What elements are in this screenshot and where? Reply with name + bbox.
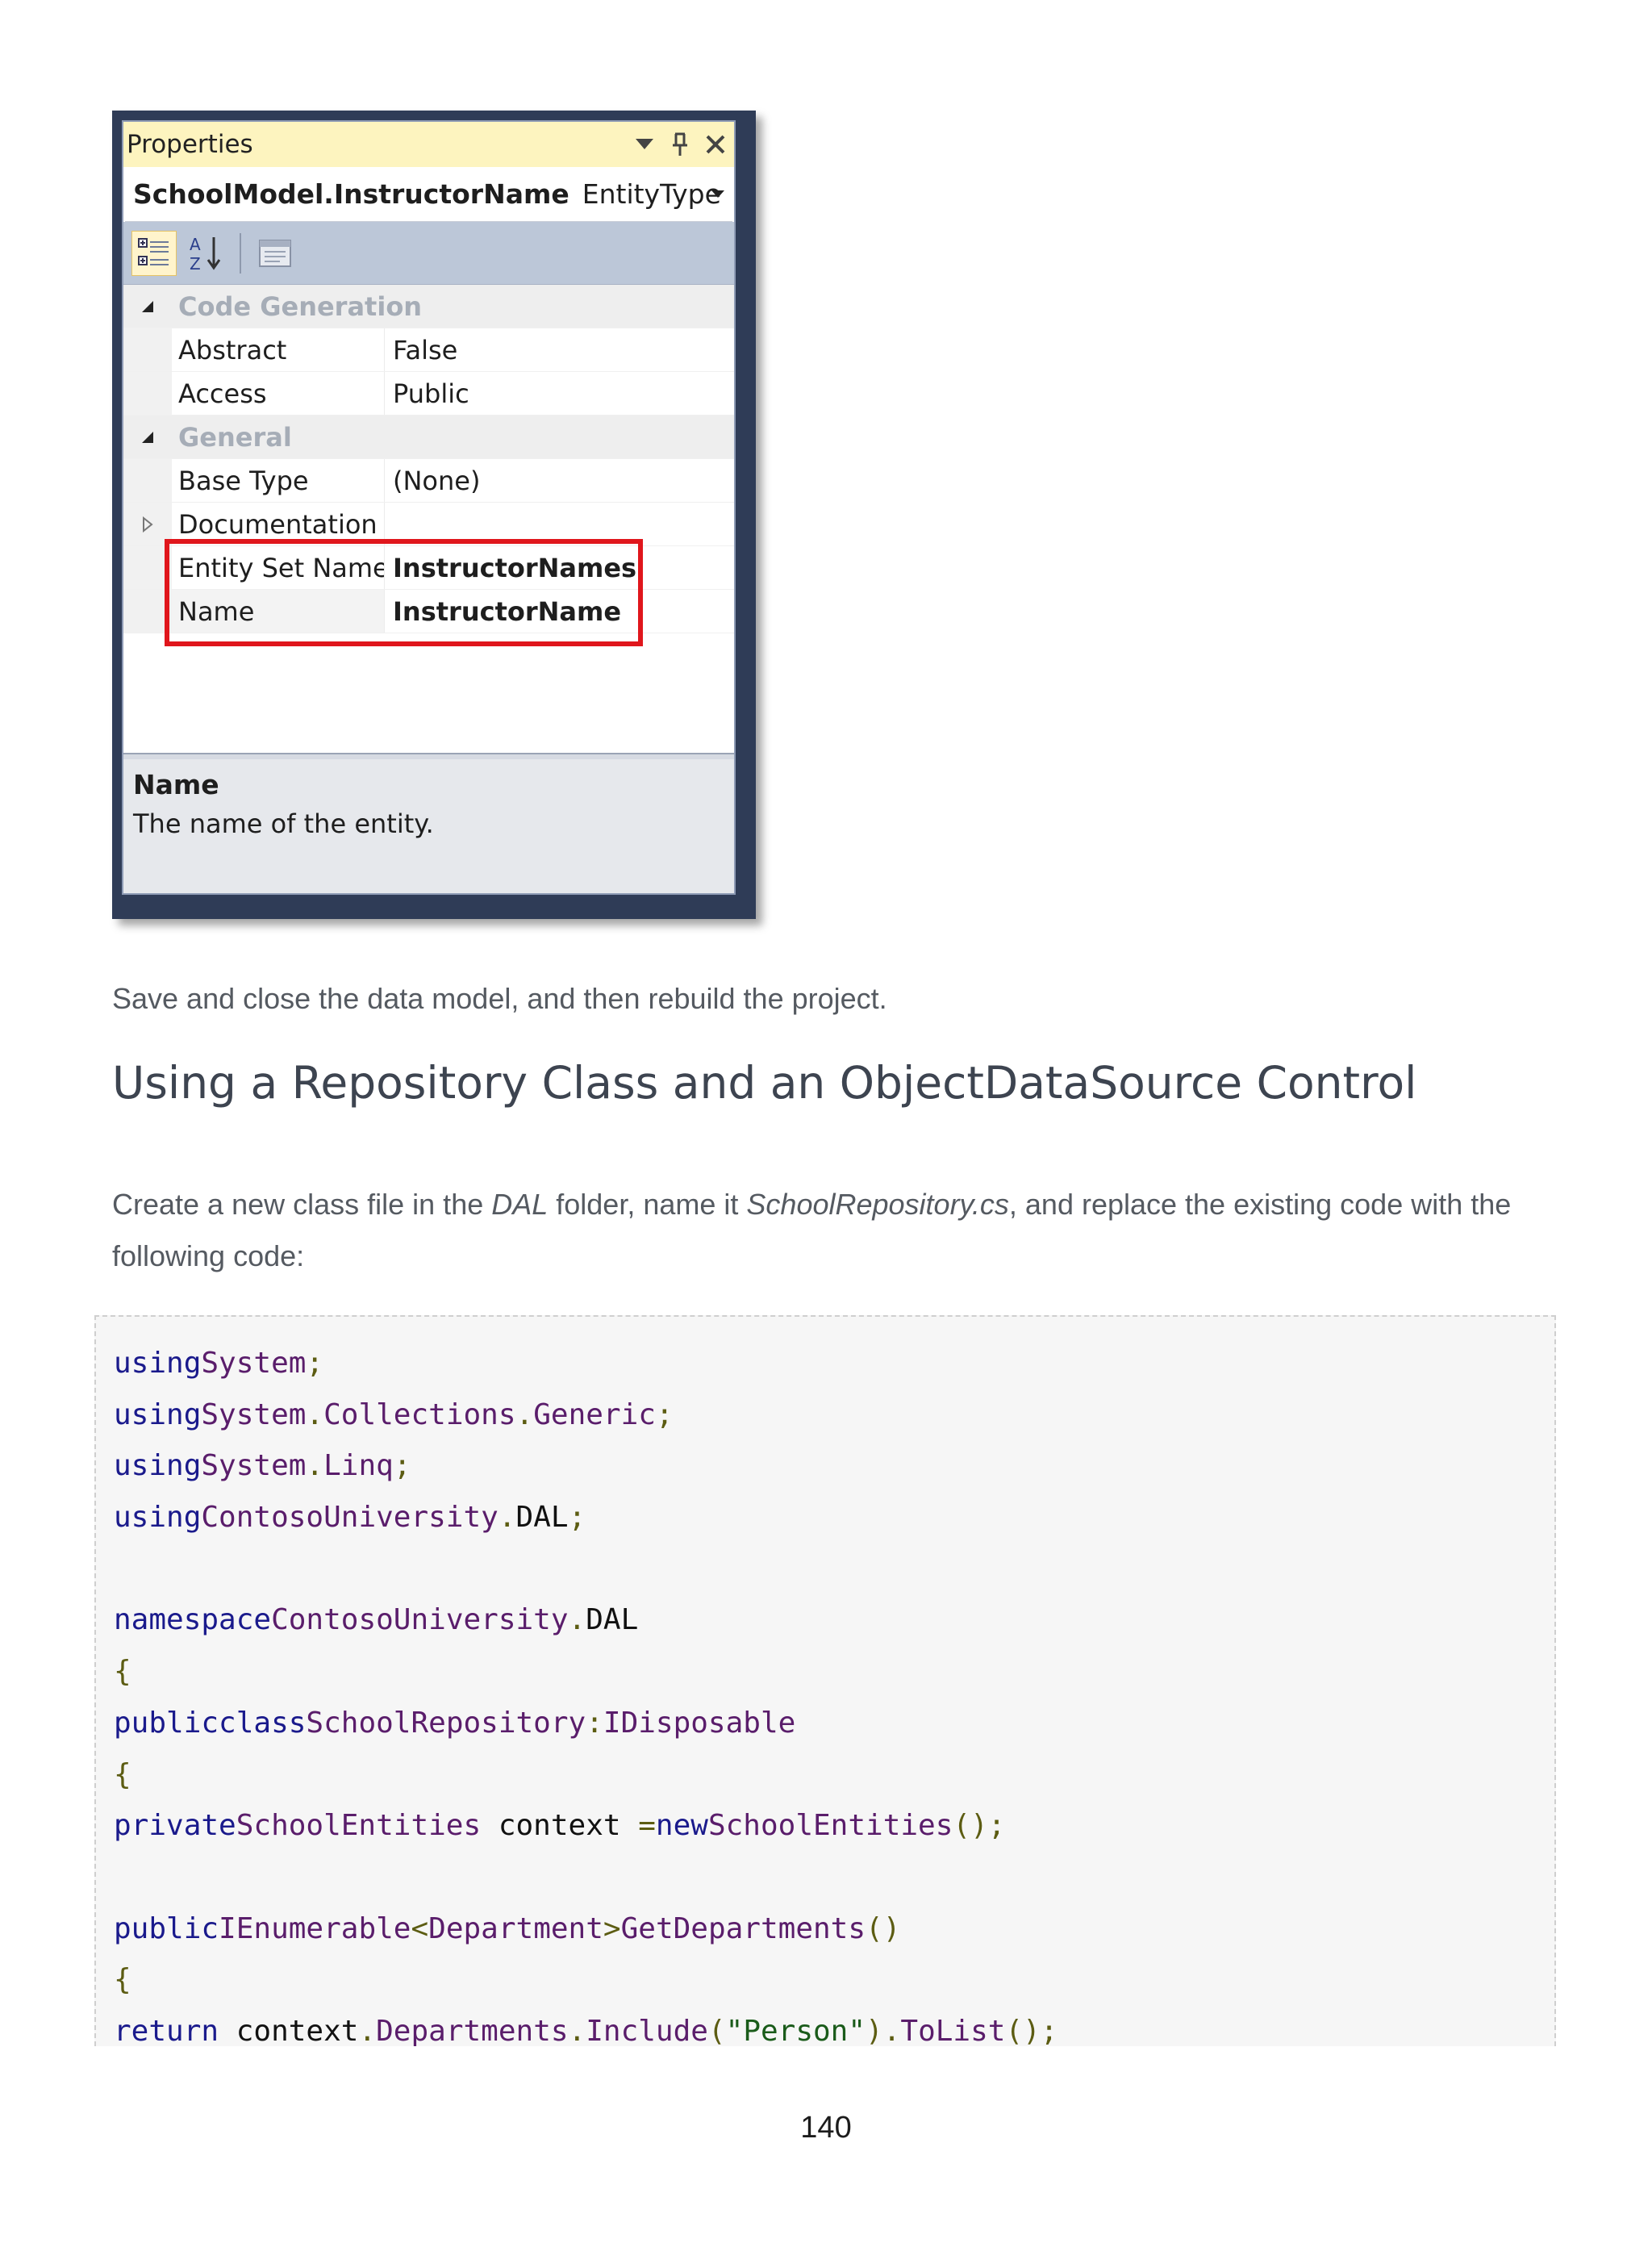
property-pages-icon[interactable]	[252, 231, 298, 276]
category-general[interactable]: General	[123, 416, 734, 459]
property-value[interactable]: (None)	[385, 459, 734, 502]
property-name: Base Type	[172, 459, 385, 502]
code-line: usingSystem;	[114, 1347, 324, 1380]
property-row-base-type[interactable]: Base Type (None)	[123, 459, 734, 503]
code-line: privateSchoolEntities context =newSchool…	[114, 1809, 1006, 1843]
properties-title-bar: Properties	[123, 122, 734, 167]
category-code-generation[interactable]: Code Generation	[123, 285, 734, 328]
description-title: Name	[133, 769, 219, 800]
pin-icon[interactable]	[668, 132, 692, 157]
window-position-dropdown-icon[interactable]	[632, 132, 657, 157]
collapse-triangle-icon[interactable]	[123, 416, 172, 458]
code-line: usingSystem.Linq;	[114, 1449, 411, 1483]
properties-title: Properties	[127, 130, 253, 159]
code-line: {	[114, 1757, 131, 1791]
file-name: SchoolRepository.cs	[746, 1188, 1009, 1221]
highlight-annotation-box	[165, 539, 643, 646]
description-text: The name of the entity.	[133, 808, 434, 839]
svg-text:Z: Z	[190, 254, 201, 273]
code-line: usingSystem.Collections.Generic;	[114, 1397, 674, 1431]
object-name: SchoolModel.InstructorName	[133, 178, 569, 210]
section-heading: Using a Repository Class and an ObjectDa…	[112, 1057, 1417, 1109]
paragraph-save-close: Save and close the data model, and then …	[112, 982, 887, 1015]
property-name: Abstract	[172, 328, 385, 371]
properties-window: Properties SchoolModel.InstructorName En…	[122, 120, 736, 895]
folder-name: DAL	[491, 1188, 549, 1221]
code-line: return context.Departments.Include("Pers…	[114, 2014, 1058, 2046]
property-value[interactable]: Public	[385, 372, 734, 415]
code-line: namespaceContosoUniversity.DAL	[114, 1603, 639, 1637]
code-line: publicIEnumerable<Department>GetDepartme…	[114, 1911, 901, 1945]
properties-toolbar: A Z	[123, 222, 734, 285]
close-icon[interactable]	[703, 132, 728, 157]
properties-window-screenshot: Properties SchoolModel.InstructorName En…	[112, 111, 756, 919]
svg-text:A: A	[190, 235, 201, 254]
property-row-access[interactable]: Access Public	[123, 372, 734, 416]
description-pane: Name The name of the entity.	[123, 759, 734, 893]
category-label: Code Generation	[178, 290, 423, 322]
object-selector[interactable]: SchoolModel.InstructorName EntityType	[125, 167, 732, 222]
code-line: {	[114, 1655, 131, 1689]
code-line: {	[114, 1963, 131, 1997]
code-block: usingSystem; usingSystem.Collections.Gen…	[94, 1315, 1556, 2046]
toolbar-divider	[240, 232, 241, 274]
collapse-triangle-icon[interactable]	[123, 285, 172, 328]
category-label: General	[178, 421, 292, 453]
property-value[interactable]: False	[385, 328, 734, 371]
property-name: Access	[172, 372, 385, 415]
chevron-down-icon[interactable]	[711, 167, 724, 222]
code-line: publicclassSchoolRepository:IDisposable	[114, 1706, 796, 1740]
paragraph-create-class: Create a new class file in the DAL folde…	[112, 1188, 1512, 1272]
alphabetical-sort-icon[interactable]: A Z	[183, 231, 228, 276]
property-grid: Code Generation Abstract False Access Pu…	[123, 285, 734, 753]
categorized-view-icon[interactable]	[131, 230, 177, 276]
object-type: EntityType	[582, 178, 721, 210]
code-line: usingContosoUniversity.DAL;	[114, 1501, 586, 1535]
property-row-abstract[interactable]: Abstract False	[123, 328, 734, 372]
page-number: 140	[800, 2111, 852, 2145]
